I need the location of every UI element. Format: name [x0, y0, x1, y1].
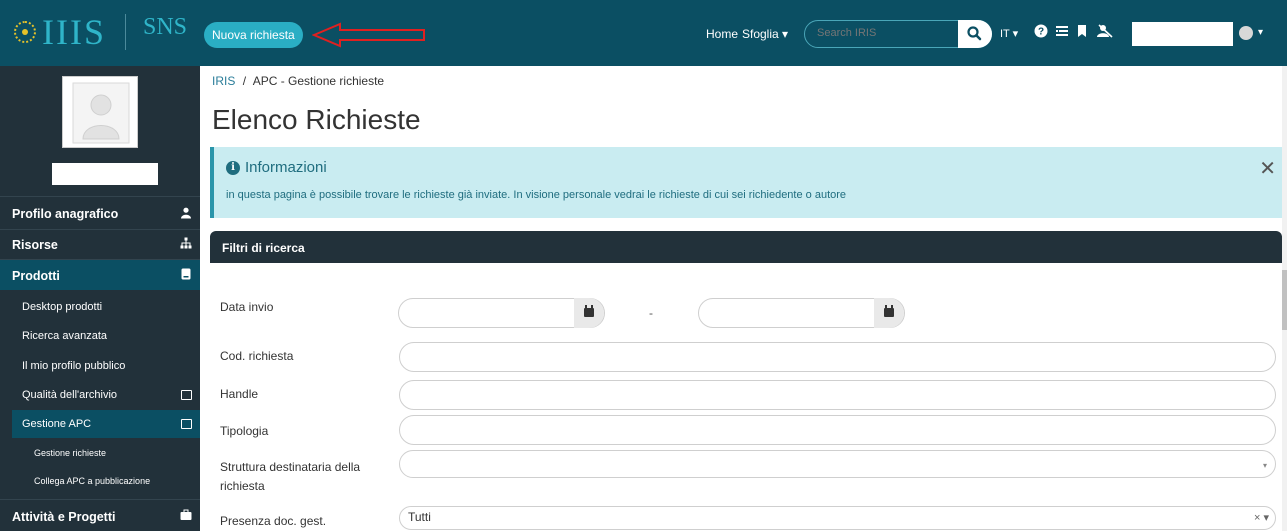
sidebar-subsubitem-label: Collega APC a pubblicazione: [34, 476, 151, 486]
sns-logo[interactable]: SNS: [143, 14, 187, 41]
user-switch-icon[interactable]: [1096, 24, 1114, 38]
user-avatar[interactable]: [1239, 26, 1253, 40]
folder-icon: [181, 419, 192, 429]
sidebar-item-label: Risorse: [12, 238, 58, 252]
user-menu-caret[interactable]: ▾: [1258, 27, 1263, 38]
tipologia-input[interactable]: [399, 415, 1276, 445]
alert-title: i Informazioni: [226, 159, 327, 176]
sidebar-subitem-label: Ricerca avanzata: [22, 330, 107, 342]
handle-input[interactable]: [399, 380, 1276, 410]
info-icon: i: [226, 160, 240, 175]
clear-caret-icon[interactable]: × ▾: [1254, 511, 1269, 524]
sidebar-subsubitem-label: Gestione richieste: [34, 448, 107, 458]
sidebar-subitem-gestione-apc[interactable]: Gestione APC: [12, 410, 200, 438]
label-cod-richiesta: Cod. richiesta: [220, 349, 294, 363]
sidebar-subitem-profilo-pubblico[interactable]: Il mio profilo pubblico: [12, 352, 200, 380]
sidebar-subsubitem-gestione-richieste[interactable]: Gestione richieste: [24, 440, 200, 466]
scrollbar-thumb[interactable]: [1282, 270, 1287, 330]
help-icon[interactable]: ?: [1034, 24, 1048, 38]
sidebar-item-prodotti[interactable]: Prodotti: [0, 260, 200, 290]
sidebar-item-label: Prodotti: [12, 269, 60, 283]
page-title: Elenco Richieste: [212, 104, 421, 135]
sidebar-item-risorse[interactable]: Risorse: [0, 230, 200, 258]
calendar-icon: [584, 305, 594, 317]
sitemap-icon: [180, 237, 192, 249]
label-presenza-doc: Presenza doc. gest.: [220, 514, 327, 528]
iris-logo-text: IIIS: [42, 12, 106, 52]
red-arrow-annotation: [312, 22, 425, 48]
user-name-box[interactable]: [1132, 22, 1233, 46]
search-button[interactable]: [958, 20, 992, 48]
breadcrumb: IRIS / APC - Gestione richieste: [212, 74, 384, 88]
search-input[interactable]: [817, 27, 947, 39]
presenza-doc-select[interactable]: Tutti × ▾: [399, 506, 1276, 530]
sidebar-divider: [0, 499, 200, 500]
svg-text:?: ?: [1038, 27, 1044, 38]
list-icon[interactable]: [1055, 24, 1069, 38]
filter-panel-header[interactable]: Filtri di ricerca: [210, 231, 1282, 263]
sidebar-item-attivita-progetti[interactable]: Attività e Progetti: [0, 502, 200, 530]
label-struttura-line1: Struttura destinataria della: [220, 460, 361, 474]
date-from-input[interactable]: [398, 298, 605, 328]
label-data-invio: Data invio: [220, 300, 274, 314]
alert-title-text: Informazioni: [245, 159, 327, 176]
sidebar-divider: [0, 196, 200, 197]
iris-sun-icon: [14, 21, 36, 43]
profile-name-box: [52, 163, 158, 185]
top-navbar: IIIS SNS Nuova richiesta Home Sfoglia ▾ …: [0, 0, 1287, 66]
sidebar-subitem-ricerca-avanzata[interactable]: Ricerca avanzata: [12, 322, 200, 350]
avatar-placeholder-icon: [72, 82, 130, 144]
user-icon: [181, 207, 191, 219]
language-dropdown[interactable]: IT ▾: [1000, 27, 1018, 40]
sidebar-item-label: Attività e Progetti: [12, 510, 116, 524]
nav-browse-dropdown[interactable]: Sfoglia ▾: [742, 27, 788, 41]
chevron-down-icon: ▾: [1262, 461, 1267, 470]
search-box: [804, 20, 992, 48]
sidebar-subitem-label: Qualità dell'archivio: [22, 389, 118, 401]
sidebar-subsubitem-collega-apc[interactable]: Collega APC a pubblicazione: [24, 468, 200, 494]
filter-panel-title: Filtri di ricerca: [222, 241, 305, 255]
date-to-input[interactable]: [698, 298, 905, 328]
alert-message: in questa pagina è possibile trovare le …: [226, 189, 847, 201]
date-from-picker-button[interactable]: [574, 298, 604, 328]
label-struttura-line2: richiesta: [220, 479, 265, 493]
briefcase-icon: [180, 509, 192, 520]
folder-icon: [181, 390, 192, 400]
logo-divider: [125, 14, 126, 50]
sidebar-item-profilo[interactable]: Profilo anagrafico: [0, 200, 200, 228]
date-range-separator: -: [649, 306, 653, 320]
sidebar-item-label: Profilo anagrafico: [12, 207, 119, 221]
sidebar-subitem-desktop-prodotti[interactable]: Desktop prodotti: [12, 293, 200, 321]
new-request-button[interactable]: Nuova richiesta: [204, 22, 303, 48]
sidebar-subitem-label: Il mio profilo pubblico: [22, 360, 126, 372]
profile-photo: [62, 76, 138, 148]
sidebar-subitem-label: Desktop prodotti: [22, 301, 103, 313]
breadcrumb-current: APC - Gestione richieste: [252, 74, 385, 88]
sidebar-subitem-label: Gestione APC: [22, 418, 92, 430]
close-icon[interactable]: ✕: [1259, 159, 1276, 179]
book-icon: [181, 268, 191, 280]
label-tipologia: Tipologia: [220, 424, 269, 438]
iris-logo[interactable]: IIIS: [14, 12, 106, 52]
bookmark-icon[interactable]: [1075, 24, 1089, 38]
breadcrumb-separator: /: [242, 74, 247, 88]
presenza-doc-value: Tutti: [408, 510, 431, 524]
sidebar-subitem-qualita-archivio[interactable]: Qualità dell'archivio: [12, 381, 200, 409]
label-struttura-destinataria: Struttura destinataria della richiesta: [220, 460, 360, 498]
breadcrumb-root-link[interactable]: IRIS: [212, 74, 235, 88]
cod-richiesta-input[interactable]: [399, 342, 1276, 372]
nav-home-link[interactable]: Home: [706, 27, 738, 41]
calendar-icon: [884, 305, 894, 317]
search-icon: [967, 26, 982, 41]
struttura-destinataria-select[interactable]: ▾: [399, 450, 1276, 478]
date-to-picker-button[interactable]: [874, 298, 904, 328]
label-handle: Handle: [220, 387, 259, 401]
info-alert: i Informazioni in questa pagina è possib…: [210, 147, 1282, 218]
